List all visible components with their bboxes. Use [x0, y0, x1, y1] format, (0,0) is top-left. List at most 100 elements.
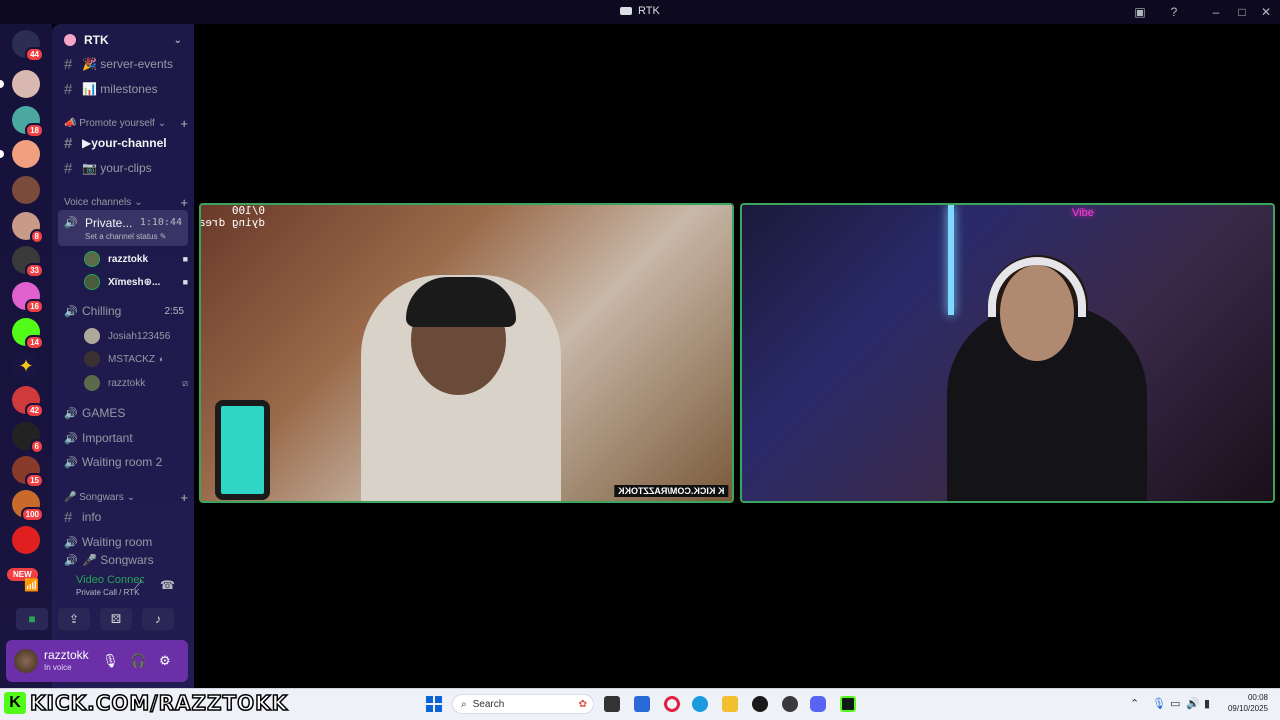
voice-member[interactable]: Josiah123456: [84, 326, 188, 346]
category-songwars[interactable]: 🎤 Songwars ⌄ +: [64, 490, 188, 505]
title-bar: RTK ▣ ? – □ ✕: [0, 0, 1280, 24]
display-icon[interactable]: ▭: [1170, 697, 1180, 710]
video-tile-razztokk[interactable]: 0/100 dying dreads K KICK.COM/RAZZTOKK: [199, 203, 734, 503]
app-icon[interactable]: [840, 696, 856, 712]
server-icon[interactable]: 16: [12, 282, 44, 314]
server-icon[interactable]: [12, 140, 40, 168]
search-icon: ⌕: [461, 698, 467, 710]
voice-channel-private[interactable]: 🔊 Private... 1:10:44 Set a channel statu…: [58, 210, 188, 246]
voice-status-subtitle[interactable]: Private Call / RTK: [44, 588, 139, 597]
voice-channel-chilling[interactable]: 🔊 Chilling 2:55: [58, 300, 188, 322]
channel-your-channel[interactable]: # ▶your-channel: [58, 132, 188, 154]
sparkle-server-icon[interactable]: ✦: [12, 352, 40, 380]
store-icon[interactable]: [634, 696, 650, 712]
start-button[interactable]: [426, 696, 442, 712]
soundboard-button[interactable]: ♪: [142, 608, 174, 630]
server-icon[interactable]: [12, 70, 40, 98]
voice-connected-panel: 📶 Video Connected Private Call / RTK ⟋ ☎…: [16, 566, 188, 638]
speaker-icon: 🔊: [64, 305, 78, 318]
chevron-up-icon[interactable]: ⌃: [1130, 697, 1139, 710]
window-title: RTK: [620, 5, 660, 17]
screenshare-button[interactable]: ⇪: [58, 608, 90, 630]
voice-member[interactable]: razztokk ■: [84, 249, 188, 269]
close-button[interactable]: ✕: [1258, 4, 1274, 20]
server-icon[interactable]: 100: [12, 490, 44, 522]
camera-icon: ■: [182, 254, 188, 264]
maximize-button[interactable]: □: [1234, 4, 1250, 20]
server-icon[interactable]: 15: [12, 456, 44, 488]
server-icon[interactable]: [12, 526, 40, 554]
speaker-icon: 🔊: [64, 536, 78, 549]
server-icon[interactable]: 6: [12, 422, 44, 454]
edge-icon[interactable]: [692, 696, 708, 712]
server-header[interactable]: RTK ⌄: [52, 24, 194, 56]
home-button[interactable]: 44: [12, 30, 44, 62]
task-view-icon[interactable]: [604, 696, 620, 712]
voice-channel-important[interactable]: 🔊 Important: [58, 427, 188, 449]
mute-icon: ⧄: [182, 377, 188, 388]
avatar[interactable]: [14, 649, 38, 673]
hash-icon: #: [64, 55, 73, 73]
help-icon[interactable]: ?: [1166, 4, 1182, 20]
noise-suppression-icon[interactable]: ⟋: [134, 578, 142, 593]
inbox-icon[interactable]: ▣: [1132, 4, 1148, 20]
discord-logo-icon: [620, 7, 632, 15]
avatar: [84, 328, 100, 344]
app-icon[interactable]: [782, 696, 798, 712]
settings-icon[interactable]: ⚙: [159, 653, 171, 669]
avatar: [84, 251, 100, 267]
channel-server-events[interactable]: # 🎉 server-events: [58, 53, 188, 75]
server-icon[interactable]: 8: [12, 212, 44, 244]
server-icon[interactable]: 42: [12, 386, 44, 418]
kick-server-icon[interactable]: 14: [12, 318, 44, 350]
opera-icon[interactable]: [664, 696, 680, 712]
user-panel: razztokk In voice 🎙 🎧 ⚙: [6, 640, 188, 682]
app-icon[interactable]: [752, 696, 768, 712]
speaker-icon: 🔊: [64, 456, 78, 469]
video-tile-guest[interactable]: Vibe: [740, 203, 1275, 503]
voice-channel-songwars[interactable]: 🔊 🎤 Songwars: [58, 554, 188, 566]
chevron-down-icon: ⌄: [134, 197, 143, 208]
taskbar-search[interactable]: ⌕ Search ✿: [452, 694, 594, 714]
add-channel-icon[interactable]: +: [180, 490, 188, 505]
chevron-down-icon: ⌄: [157, 118, 167, 129]
kick-logo-icon: K: [4, 692, 26, 714]
battery-icon[interactable]: ▮: [1204, 697, 1210, 710]
server-icon[interactable]: 33: [12, 246, 44, 278]
add-channel-icon[interactable]: +: [180, 195, 188, 210]
file-explorer-icon[interactable]: [722, 696, 738, 712]
headphones-icon[interactable]: 🎧: [130, 653, 146, 669]
avatar: [84, 351, 100, 367]
add-channel-icon[interactable]: +: [180, 116, 188, 131]
microphone-icon[interactable]: 🎙: [102, 653, 119, 669]
hash-icon: #: [64, 159, 73, 177]
voice-member[interactable]: razztokk ⧄: [84, 373, 188, 393]
disconnect-icon[interactable]: ☎: [160, 578, 175, 592]
category-promote-yourself[interactable]: 📣 Promote yourself ⌄ +: [64, 116, 188, 131]
voice-member[interactable]: Xïmesh⊕... ■: [84, 272, 188, 292]
activity-button[interactable]: ⚄: [100, 608, 132, 630]
server-icon[interactable]: 18: [12, 106, 44, 138]
minimize-button[interactable]: –: [1208, 4, 1224, 20]
kick-watermark: K KICK.COM/RAZZTOKK: [613, 485, 728, 497]
voice-channel-waiting-room[interactable]: 🔊 Waiting room: [58, 531, 188, 553]
voice-channel-waiting-room-2[interactable]: 🔊 Waiting room 2: [58, 451, 188, 473]
avatar: [84, 375, 100, 391]
voice-channel-games[interactable]: 🔊 GAMES: [58, 402, 188, 424]
camera-button[interactable]: ■: [16, 608, 48, 630]
voice-status-title[interactable]: Video Connected: [44, 574, 144, 586]
taskbar-clock[interactable]: 00:08 09/10/2025: [1222, 692, 1268, 714]
signal-icon[interactable]: 📶: [24, 578, 39, 592]
speaker-icon: 🔊: [64, 407, 78, 420]
category-voice-channels[interactable]: Voice channels ⌄ +: [64, 195, 188, 210]
speaker-icon: 🔊: [64, 554, 78, 567]
server-icon[interactable]: [12, 176, 40, 204]
channel-your-clips[interactable]: # 📷 your-clips: [58, 157, 188, 179]
unread-pip: [0, 150, 4, 158]
discord-taskbar-icon[interactable]: [810, 696, 826, 712]
channel-milestones[interactable]: # 📊 milestones: [58, 78, 188, 100]
voice-member[interactable]: MSTACKZ ◐: [84, 349, 188, 369]
channel-info[interactable]: # info: [58, 506, 188, 528]
volume-icon[interactable]: 🔊: [1186, 697, 1200, 710]
microphone-tray-icon[interactable]: 🎙: [1152, 697, 1166, 710]
